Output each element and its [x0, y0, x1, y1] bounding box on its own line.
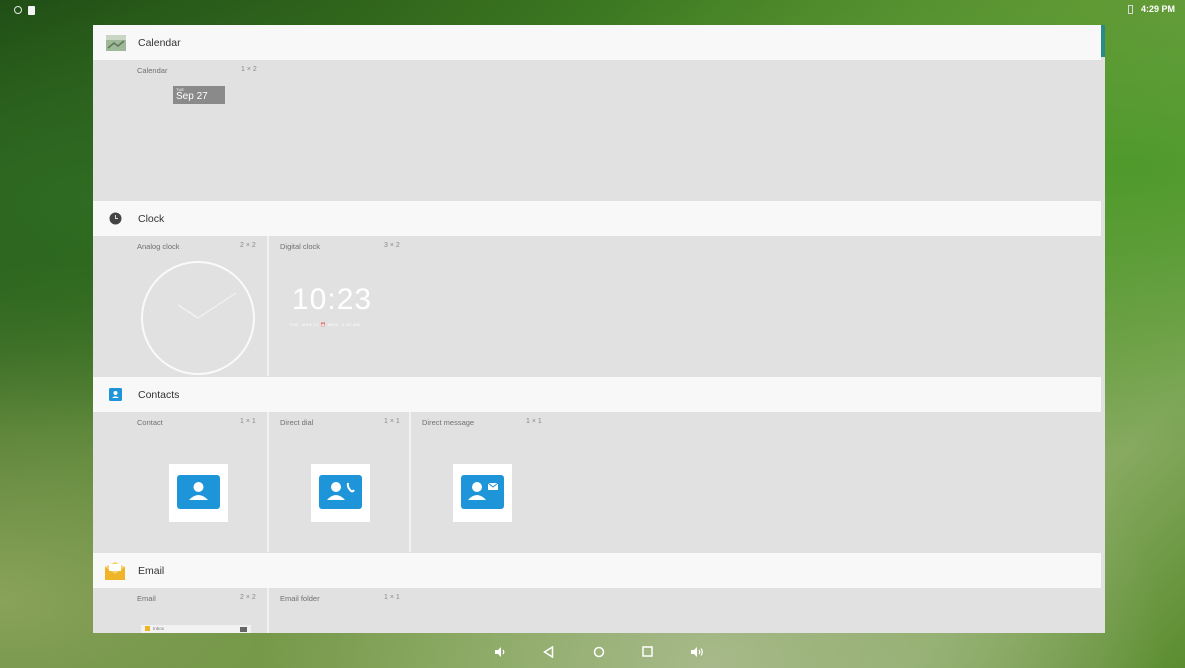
- folder-icon: [145, 626, 150, 631]
- section-title-calendar: Calendar: [138, 36, 181, 49]
- compose-icon: [240, 627, 247, 632]
- section-header-email: Email: [93, 553, 1101, 588]
- scrollbar[interactable]: [1101, 25, 1105, 57]
- contact-widget-preview: [169, 464, 228, 522]
- widget-size: 1 × 1: [526, 418, 542, 425]
- widget-name: Contact: [137, 418, 163, 427]
- calendar-app-icon: [106, 34, 126, 51]
- clock-hands-icon: [177, 292, 237, 319]
- widget-size: 3 × 2: [384, 242, 400, 249]
- digital-clock-subtext: TUE, MAR 22 ⏰ WED, 6:30 AM: [289, 322, 361, 327]
- contact-card-icon: [177, 475, 220, 509]
- navigation-bar: [0, 640, 1185, 668]
- widget-size: 2 × 2: [240, 242, 256, 249]
- section-title-email: Email: [138, 564, 165, 577]
- widget-name: Email folder: [280, 594, 320, 603]
- contacts-app-icon: [109, 388, 122, 401]
- direct-dial-widget-preview: [311, 464, 370, 522]
- volume-down-icon[interactable]: [494, 646, 506, 658]
- widget-name: Direct message: [422, 418, 475, 427]
- widget-size: 2 × 2: [240, 594, 256, 601]
- home-icon[interactable]: [593, 646, 605, 658]
- widget-calendar[interactable]: Calendar 1 × 2: [137, 60, 269, 200]
- widget-size: 1 × 2: [241, 66, 257, 73]
- notification-dot-icon: [14, 6, 22, 14]
- section-header-calendar: Calendar: [93, 25, 1101, 60]
- widget-name: Digital clock: [280, 242, 321, 251]
- widget-digital-clock[interactable]: Digital clock 3 × 2: [271, 236, 1103, 376]
- volume-up-icon[interactable]: [690, 646, 704, 658]
- direct-dial-card-icon: [319, 475, 362, 509]
- widget-direct-message[interactable]: Direct message 1 × 1: [413, 412, 1101, 552]
- clock-app-icon: [109, 212, 122, 225]
- sd-card-icon: [28, 6, 35, 15]
- status-bar: 4:29 PM: [0, 0, 1185, 22]
- widget-name: Calendar: [137, 66, 168, 75]
- calendar-widget-preview: TUE Sep 27: [173, 86, 225, 104]
- widget-email-folder[interactable]: Email folder 1 × 1: [271, 588, 1101, 633]
- widget-size: 1 × 1: [240, 418, 256, 425]
- widget-name: Direct dial: [280, 418, 314, 427]
- direct-message-card-icon: [461, 475, 504, 509]
- widget-picker-panel[interactable]: Calendar Calendar 1 × 2 TUE Sep 27 Clock…: [93, 25, 1105, 633]
- back-icon[interactable]: [543, 646, 554, 658]
- status-time: 4:29 PM: [1140, 4, 1175, 14]
- widget-name: Email: [137, 594, 156, 603]
- battery-icon: [1127, 4, 1133, 14]
- status-right: 4:29 PM: [1127, 4, 1175, 14]
- widget-size: 1 × 1: [384, 594, 400, 601]
- email-app-icon: [105, 561, 125, 580]
- recents-icon[interactable]: [642, 646, 653, 657]
- widget-name: Analog clock: [137, 242, 180, 251]
- analog-clock-preview: [141, 261, 255, 375]
- email-preview-label: Inbox: [153, 626, 165, 631]
- section-header-clock: Clock: [93, 201, 1101, 236]
- direct-message-widget-preview: [453, 464, 512, 522]
- section-title-clock: Clock: [138, 212, 165, 225]
- section-header-contacts: Contacts: [93, 377, 1101, 412]
- widget-size: 1 × 1: [384, 418, 400, 425]
- notification-icons: [14, 6, 35, 15]
- digital-clock-time: 10:23: [292, 283, 373, 316]
- email-widget-preview: Inbox: [141, 625, 251, 633]
- section-title-contacts: Contacts: [138, 388, 180, 401]
- preview-date: Sep 27: [176, 91, 208, 102]
